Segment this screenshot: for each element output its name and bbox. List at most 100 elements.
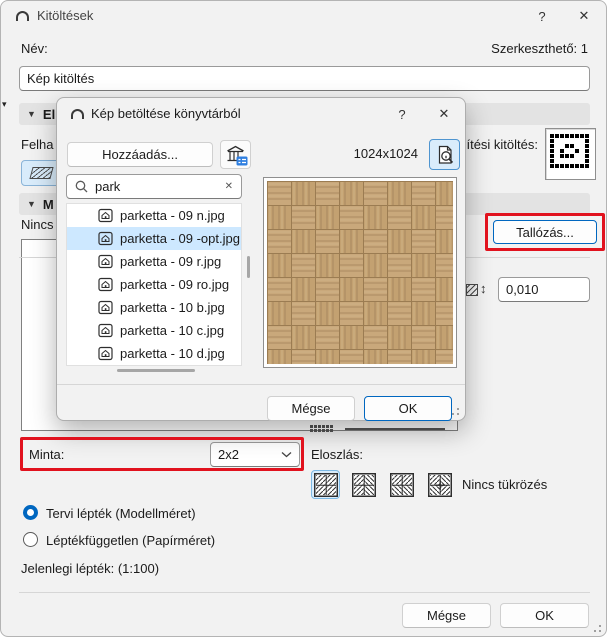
simplified-fill-label: ítési kitöltés: [466,137,538,152]
current-scale-label: Jelenlegi lépték: (1:100) [21,561,160,576]
bitmap-pattern-icon [546,129,595,174]
modal-ok-button[interactable]: OK [364,396,452,421]
title-bar[interactable]: Kitöltések ? ✕ [1,1,606,31]
collapse-arrow-icon: ▼ [27,109,36,119]
covered-slider-fragment [345,428,445,430]
hatch-sample-icon [466,284,478,296]
list-item[interactable]: parketta - 09 r.jpg [67,250,241,273]
spacing-input[interactable]: 0,010 [498,277,590,302]
radio-model-scale[interactable] [23,505,38,520]
modal-title: Kép betöltése könyvtárból [91,106,241,121]
list-item[interactable]: parketta - 10 b.jpg [67,296,241,319]
modal-cancel-label: Mégse [291,401,331,416]
load-image-dialog: Kép betöltése könyvtárból ? ✕ Hozzáadás.… [56,97,466,421]
covered-ui-fragment [310,425,334,433]
distribution-label: Eloszlás: [311,447,364,462]
radio-paper-scale-label: Léptékfüggetlen (Papírméret) [46,533,216,548]
highlight-browse [485,213,605,251]
file-name: parketta - 10 b.jpg [120,300,225,315]
mirror-status-label: Nincs tükrözés [462,477,548,492]
hatch-sample-icon [28,167,54,179]
file-list[interactable]: parketta - 09 n.jpg parketta - 09 -opt.jp… [66,203,242,366]
close-icon[interactable]: ✕ [431,103,457,125]
vertical-scrollbar[interactable] [247,256,250,278]
close-icon[interactable]: ✕ [571,5,597,27]
modal-ok-label: OK [398,401,418,416]
search-input[interactable]: park ✕ [66,174,242,199]
list-item[interactable]: parketta - 10 d.jpg [67,342,241,365]
file-name: parketta - 09 r.jpg [120,254,222,269]
library-add-icon [226,145,247,165]
section-availability-label: El [42,106,56,122]
image-file-icon [98,323,113,338]
divider [19,592,590,593]
radio-model-scale-label: Tervi lépték (Modellméret) [46,506,196,521]
file-name: parketta - 09 -opt.jpg [120,231,240,246]
help-icon[interactable]: ? [389,103,415,125]
distribution-mirror-x-icon [351,472,376,497]
image-file-icon [98,208,113,223]
ok-button[interactable]: OK [500,603,589,628]
collapse-arrow-icon: ▼ [27,199,36,209]
resize-grip[interactable] [594,625,603,634]
horizontal-scrollbar[interactable] [117,369,195,372]
usage-label: Felha [21,137,54,152]
list-item[interactable]: parketta - 09 ro.jpg [67,273,241,296]
parquet-texture [267,181,453,364]
list-item[interactable]: parketta - 10 c.jpg [67,319,241,342]
add-button-label: Hozzáadás... [102,147,178,162]
distribution-mirror-x-button[interactable] [349,470,378,499]
preview-info-icon [438,145,453,164]
clear-icon[interactable]: ✕ [225,181,233,192]
distribution-mirror-y-icon [389,472,414,497]
image-preview [263,177,457,368]
file-name: parketta - 09 ro.jpg [120,277,230,292]
cancel-button-label: Mégse [426,608,467,623]
no-preview-label: Nincs [21,217,54,232]
resize-grip[interactable] [452,408,461,417]
search-icon [75,180,88,193]
screenshot: Kitöltések ? ✕ ▾ Név: Szerkeszthető: 1 K… [0,0,607,637]
image-file-icon [98,231,113,246]
distribution-mirror-both-button[interactable] [425,470,454,499]
ok-button-label: OK [535,608,554,623]
add-button[interactable]: Hozzáadás... [67,142,213,167]
section-pattern-label: M [42,196,54,212]
distribution-mirror-y-button[interactable] [387,470,416,499]
dialog-title: Kitöltések [37,8,94,23]
file-name: parketta - 10 d.jpg [120,346,225,361]
image-file-icon [98,277,113,292]
spacing-value: 0,010 [506,282,539,297]
divider [57,384,465,385]
image-file-icon [98,346,113,361]
file-name: parketta - 10 c.jpg [120,323,225,338]
search-value: park [95,179,121,194]
updown-arrow-icon: ↕ [480,281,487,296]
library-button[interactable] [220,140,251,169]
distribution-no-mirror-icon [313,472,338,497]
radio-paper-scale[interactable] [23,532,38,547]
modal-cancel-button[interactable]: Mégse [267,396,355,421]
image-file-icon [98,254,113,269]
chevron-down-icon: ▾ [2,99,7,109]
preview-toggle-button[interactable] [429,139,460,170]
archicad-logo-icon [71,109,84,119]
distribution-mirror-both-icon [427,472,452,497]
image-file-icon [98,300,113,315]
modal-title-bar[interactable]: Kép betöltése könyvtárból ? ✕ [57,98,465,128]
image-fill-pattern-preview [545,128,596,180]
image-size-label: 1024x1024 [353,146,418,161]
fill-name-value: Kép kitöltés [27,71,95,86]
archicad-logo-icon [16,11,29,21]
editable-count-label: Szerkeszthető: 1 [491,41,588,56]
fills-dialog: Kitöltések ? ✕ ▾ Név: Szerkeszthető: 1 K… [0,0,607,637]
file-name: parketta - 09 n.jpg [120,208,225,223]
list-item[interactable]: parketta - 09 n.jpg [67,204,241,227]
highlight-sample-row [20,437,304,471]
cancel-button[interactable]: Mégse [402,603,491,628]
help-icon[interactable]: ? [529,5,555,27]
fill-name-input[interactable]: Kép kitöltés [19,66,590,91]
distribution-no-mirror-button[interactable] [311,470,340,499]
list-item[interactable]: parketta - 09 -opt.jpg [67,227,241,250]
usage-fill-toggle[interactable] [21,160,61,186]
